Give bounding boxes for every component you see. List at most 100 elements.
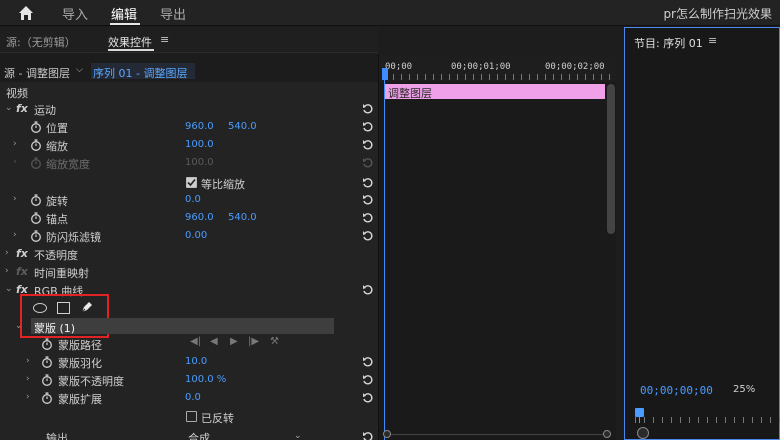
reset-icon[interactable]	[362, 177, 374, 189]
timeline-tick-marks	[385, 74, 611, 80]
position-x-value[interactable]: 960.0	[185, 121, 214, 132]
reset-icon[interactable]	[362, 230, 374, 242]
program-timecode[interactable]: 00;00;00;00	[640, 384, 713, 397]
position-y-value[interactable]: 540.0	[228, 121, 257, 132]
horizontal-scrollbar[interactable]	[385, 434, 611, 440]
rectangle-mask-icon[interactable]	[57, 302, 70, 314]
chevron-right-icon[interactable]: ›	[26, 356, 30, 366]
chevron-right-icon[interactable]: ›	[13, 139, 17, 149]
pen-mask-icon[interactable]	[80, 300, 94, 314]
rotation-value[interactable]: 0.0	[185, 194, 201, 205]
effect-time-remap-row[interactable]: › fx 时间重映射	[0, 263, 378, 281]
stopwatch-icon[interactable]	[30, 212, 42, 224]
fx-icon[interactable]: fx	[16, 247, 28, 260]
reset-icon[interactable]	[362, 284, 374, 296]
stopwatch-icon[interactable]	[30, 121, 42, 133]
panel-divider[interactable]	[616, 54, 624, 440]
stopwatch-icon[interactable]	[30, 194, 42, 206]
scroll-handle-right[interactable]	[603, 430, 611, 438]
chevron-down-icon[interactable]: ⌄	[5, 284, 13, 294]
nav-edit[interactable]: 编辑	[111, 4, 137, 23]
effect-motion-row[interactable]: ⌄ fx 运动	[0, 100, 378, 118]
mask-inverted-checkbox[interactable]	[186, 411, 197, 422]
property-anchor-row: 锚点 960.0 540.0	[0, 209, 378, 227]
stopwatch-icon[interactable]	[30, 230, 42, 242]
anchor-x-value[interactable]: 960.0	[185, 212, 214, 223]
chevron-down-icon[interactable]: ⌄	[294, 431, 302, 440]
mask-opacity-value[interactable]: 100.0 %	[185, 374, 226, 385]
wrench-icon[interactable]: ⚒	[270, 336, 279, 347]
mask-feather-value[interactable]: 10.0	[185, 356, 207, 367]
scroll-handle-left[interactable]	[383, 430, 391, 438]
effect-controls-header: 源:（无剪辑） 效果控件 ≡	[0, 27, 378, 53]
mask-expansion-value[interactable]: 0.0	[185, 392, 201, 403]
track-forward-icon[interactable]: ▶	[230, 336, 238, 347]
chevron-down-icon[interactable]: ⌄	[15, 321, 23, 331]
mask-expansion-label: 蒙版扩展	[58, 393, 102, 406]
anchor-y-value[interactable]: 540.0	[228, 212, 257, 223]
chevron-right-icon[interactable]: ›	[5, 266, 9, 276]
track-forward-all-icon[interactable]: |▶	[248, 336, 259, 347]
program-title[interactable]: 节目: 序列 01	[634, 35, 703, 51]
chevron-right-icon[interactable]: ›	[5, 248, 9, 258]
chevron-right-icon[interactable]: ›	[26, 392, 30, 402]
scale-width-value: 100.0	[185, 157, 214, 168]
reset-icon[interactable]	[362, 194, 374, 206]
stopwatch-icon[interactable]	[41, 374, 53, 386]
fx-icon: fx	[16, 265, 28, 278]
program-zoom[interactable]: 25%	[733, 384, 755, 395]
playhead-handle[interactable]	[382, 68, 388, 80]
output-label: 输出	[46, 432, 68, 440]
timeline-ruler[interactable]: 00;00 00;00;01;00 00;00;02;00	[379, 54, 617, 82]
ellipse-mask-icon[interactable]	[33, 303, 47, 313]
reset-icon[interactable]	[362, 139, 374, 151]
uniform-scale-checkbox[interactable]	[186, 177, 197, 188]
mask-path-row: 蒙版路径	[0, 335, 378, 353]
stopwatch-icon[interactable]	[41, 356, 53, 368]
reset-icon[interactable]	[362, 121, 374, 133]
panel-menu-icon[interactable]: ≡	[708, 34, 717, 47]
chevron-down-icon[interactable]: ⌵	[76, 65, 83, 75]
stopwatch-icon[interactable]	[30, 139, 42, 151]
stopwatch-icon[interactable]	[41, 392, 53, 404]
reset-icon[interactable]	[362, 374, 374, 386]
stopwatch-icon[interactable]	[41, 338, 53, 350]
reset-icon[interactable]	[362, 392, 374, 404]
fx-icon[interactable]: fx	[16, 102, 28, 115]
program-playhead[interactable]	[635, 408, 644, 417]
property-position-row: 位置 960.0 540.0	[0, 118, 378, 136]
reset-icon[interactable]	[362, 103, 374, 115]
clip-sequence-label[interactable]: 序列 01 - 调整图层	[93, 65, 187, 81]
chevron-down-icon[interactable]: ⌄	[5, 103, 13, 113]
vertical-scrollbar[interactable]	[607, 84, 615, 234]
mask-path-label: 蒙版路径	[58, 339, 102, 352]
home-icon[interactable]	[18, 5, 34, 21]
reset-icon[interactable]	[362, 431, 374, 440]
scale-value[interactable]: 100.0	[185, 139, 214, 150]
tab-source[interactable]: 源:（无剪辑）	[6, 34, 76, 50]
output-dropdown[interactable]: 合成	[188, 430, 210, 440]
chevron-right-icon[interactable]: ›	[13, 230, 17, 240]
chevron-right-icon[interactable]: ›	[13, 194, 17, 204]
track-backward-all-icon[interactable]: ◀|	[190, 336, 201, 347]
program-zoom-handle[interactable]	[637, 427, 649, 439]
panel-menu-icon[interactable]: ≡	[160, 33, 169, 46]
chevron-right-icon[interactable]: ›	[26, 374, 30, 384]
mask-opacity-label: 蒙版不透明度	[58, 375, 124, 388]
reset-icon[interactable]	[362, 356, 374, 368]
program-scrub-ticks[interactable]	[635, 417, 780, 423]
track-backward-icon[interactable]: ◀	[210, 336, 218, 347]
anti-flicker-value[interactable]: 0.00	[185, 230, 207, 241]
tab-effect-controls[interactable]: 效果控件	[108, 34, 152, 50]
effect-controls-panel: 源 - 调整图层 ⌵ 序列 01 - 调整图层 视频 ⌄ fx 运动 位置 96…	[0, 54, 378, 440]
mask-opacity-row: › 蒙版不透明度 100.0 %	[0, 371, 378, 389]
top-bar: 导入 编辑 导出 pr怎么制作扫光效果	[0, 0, 780, 26]
property-scale-row: › 缩放 100.0	[0, 136, 378, 154]
program-playhead-line	[639, 417, 640, 423]
reset-icon[interactable]	[362, 212, 374, 224]
mask-selected-bar[interactable]	[31, 318, 334, 334]
mask-label: 蒙版 (1)	[34, 322, 76, 335]
nav-import[interactable]: 导入	[62, 4, 88, 23]
effect-opacity-row[interactable]: › fx 不透明度	[0, 245, 378, 263]
nav-export[interactable]: 导出	[160, 4, 186, 23]
